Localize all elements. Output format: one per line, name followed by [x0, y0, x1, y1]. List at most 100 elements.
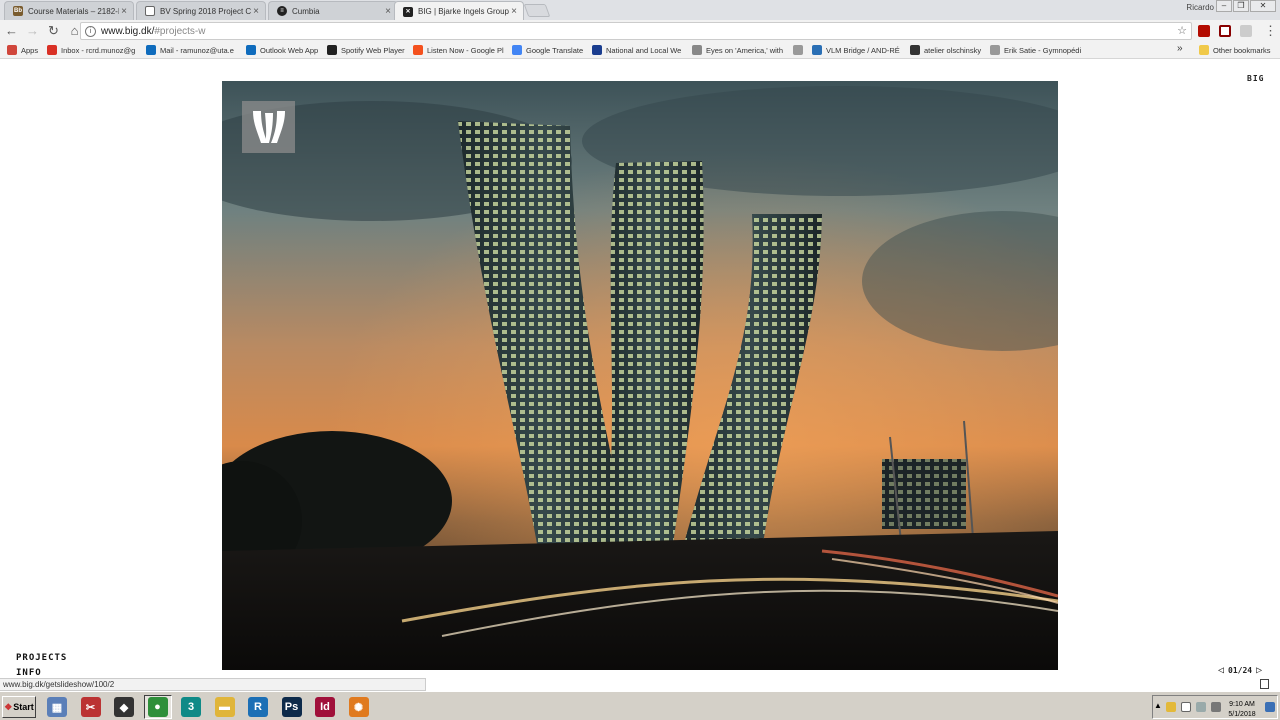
info-icon[interactable]: i: [85, 25, 96, 37]
windows-flag-icon: ❖: [4, 701, 13, 712]
bookmark-item[interactable]: Erik Satie - Gymnopédi: [990, 45, 1081, 55]
prev-slide-button[interactable]: ◁: [1214, 665, 1228, 676]
taskbar-app-button[interactable]: ◆: [110, 695, 138, 719]
photoshop-icon: Ps: [281, 697, 302, 717]
tab-strip: Bb Course Materials – 2182-Ill × BV Spri…: [0, 0, 1280, 21]
flag-icon[interactable]: [1181, 702, 1191, 712]
bookmark-label: National and Local We: [606, 45, 682, 55]
bookmark-label: Erik Satie - Gymnopédi: [1004, 45, 1082, 55]
url-host: www.big.dk/: [101, 25, 155, 37]
next-slide-button[interactable]: ▷: [1252, 665, 1266, 676]
reload-button[interactable]: ↻: [44, 22, 63, 40]
bookmark-item[interactable]: National and Local We: [592, 45, 681, 55]
acrobat-extension-icon[interactable]: [1198, 25, 1210, 37]
snipping-tool-icon: ✂: [80, 697, 101, 717]
bookmark-item[interactable]: Outlook Web App: [246, 45, 318, 55]
bookmark-item[interactable]: Listen Now - Google Pl: [413, 45, 504, 55]
chrome-icon: ●: [147, 697, 168, 717]
spotify-icon: [327, 45, 337, 55]
volume-icon[interactable]: [1211, 702, 1221, 712]
windows-taskbar: ❖ Start ▲ 9:10 AM 5/1/2018 ▦ ✂ ◆ ● 3 ▬ R Ps Id ✺: [0, 691, 1280, 720]
taskbar-app-button[interactable]: ✺: [345, 695, 373, 719]
project-logo[interactable]: [242, 101, 295, 153]
close-icon[interactable]: ×: [119, 6, 129, 17]
page-icon: [990, 45, 1000, 55]
bookmark-label: atelier olschinsky: [924, 45, 982, 55]
clock-time: 9:10 AM: [1229, 701, 1255, 708]
bookmark-item[interactable]: Apps: [7, 45, 38, 55]
apps-grid-icon: [7, 45, 17, 55]
bookmark-item[interactable]: Google Translate: [512, 45, 583, 55]
tab-bv-spring-2018[interactable]: BV Spring 2018 Project C_I ×: [136, 1, 266, 20]
start-button[interactable]: ❖ Start: [2, 696, 36, 718]
new-tab-button[interactable]: [523, 4, 551, 17]
close-icon[interactable]: ×: [383, 6, 393, 17]
bookmark-item[interactable]: Spotify Web Player: [327, 45, 405, 55]
bookmark-item[interactable]: VLM Bridge / AND-RÉ: [812, 45, 900, 55]
revit-icon: R: [248, 697, 268, 717]
bookmark-item[interactable]: [793, 45, 807, 55]
doc-icon: [145, 6, 155, 16]
bookmark-item[interactable]: atelier olschinsky: [910, 45, 981, 55]
nav-projects[interactable]: PROJECTS: [16, 653, 67, 668]
play-music-icon: [413, 45, 423, 55]
close-icon[interactable]: ×: [509, 6, 519, 17]
profile-name[interactable]: Ricardo: [1186, 3, 1214, 12]
bookmarks-bar: » Other bookmarks Apps Inbox - rcrd.munoz…: [0, 42, 1280, 59]
bookmark-label: VLM Bridge / AND-RÉ: [826, 45, 900, 55]
project-slide-image[interactable]: [222, 81, 1058, 670]
bookmark-label: Spotify Web Player: [341, 45, 405, 55]
folder-icon: [1199, 45, 1209, 55]
status-url: www.big.dk/getslideshow/100/2: [0, 678, 426, 691]
tab-big[interactable]: ✕ BIG | Bjarke Ingels Group ×: [394, 1, 524, 21]
clock[interactable]: 9:10 AM 5/1/2018: [1225, 700, 1259, 720]
close-window-button[interactable]: ✕: [1250, 0, 1276, 12]
close-icon[interactable]: ×: [251, 6, 261, 17]
notifications-icon[interactable]: [1265, 702, 1275, 712]
address-bar[interactable]: i www.big.dk/#projects-w ☆: [80, 22, 1192, 40]
big-brand-link[interactable]: BIG: [1247, 74, 1264, 83]
minimize-button[interactable]: –: [1216, 0, 1232, 12]
explorer-icon: ▬: [214, 697, 235, 717]
extension-icon[interactable]: [1240, 25, 1252, 37]
bookmark-label: Inbox - rcrd.munoz@g: [61, 45, 136, 55]
network-icon[interactable]: [1196, 702, 1206, 712]
taskbar-app-button[interactable]: Ps: [278, 695, 306, 719]
ublock-extension-icon[interactable]: [1219, 25, 1231, 37]
url-path: #projects-w: [154, 25, 206, 37]
tab-title: Cumbia: [292, 6, 320, 16]
bookmark-label: Google Translate: [526, 45, 584, 55]
lock-icon[interactable]: [1166, 702, 1176, 712]
w-logo-icon: [252, 111, 285, 143]
star-icon[interactable]: ☆: [1177, 24, 1187, 37]
menu-kebab-icon[interactable]: ⋮: [1261, 22, 1280, 40]
taskbar-app-button[interactable]: Id: [311, 695, 339, 719]
big-icon: ✕: [403, 6, 413, 17]
forward-button[interactable]: →: [23, 22, 42, 40]
bookmark-label: Eyes on 'America,' with: [706, 45, 784, 55]
tray-expand-icon[interactable]: ▲: [1154, 701, 1162, 710]
tab-course-materials[interactable]: Bb Course Materials – 2182-Ill ×: [4, 1, 134, 20]
other-bookmarks-label: Other bookmarks: [1213, 45, 1271, 55]
fullscreen-icon[interactable]: [1260, 679, 1269, 689]
taskbar-app-button[interactable]: 3: [177, 695, 205, 719]
page-icon: [793, 45, 803, 55]
back-button[interactable]: ←: [2, 22, 21, 40]
bookmark-label: Outlook Web App: [260, 45, 319, 55]
taskbar-app-button[interactable]: ▬: [211, 695, 239, 719]
taskbar-app-button[interactable]: ✂: [77, 695, 105, 719]
bookmark-item[interactable]: Mail - ramunoz@uta.e: [146, 45, 234, 55]
bookmark-overflow[interactable]: »: [1177, 43, 1183, 54]
bookmark-item[interactable]: Eyes on 'America,' with: [692, 45, 783, 55]
taskbar-app-button[interactable]: ▦: [43, 695, 71, 719]
taskbar-app-button[interactable]: R: [244, 695, 272, 719]
tab-cumbia[interactable]: ≡ Cumbia ×: [268, 1, 398, 20]
bookmark-label: Mail - ramunoz@uta.e: [160, 45, 234, 55]
taskbar-app-button[interactable]: ●: [143, 695, 172, 719]
restore-button[interactable]: ❐: [1233, 0, 1249, 12]
bookmark-item[interactable]: Inbox - rcrd.munoz@g: [47, 45, 135, 55]
slide-counter: ◁ 01/24 ▷: [1214, 665, 1266, 676]
3ds-icon: 3: [181, 697, 201, 717]
tab-title: Course Materials – 2182-Ill: [28, 6, 119, 16]
other-bookmarks[interactable]: Other bookmarks: [1199, 45, 1271, 55]
